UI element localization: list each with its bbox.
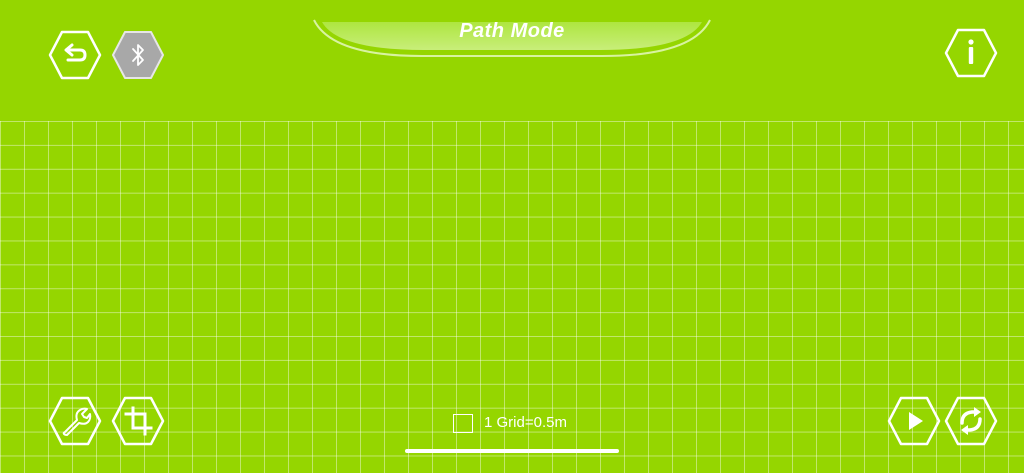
- info-button[interactable]: [944, 28, 998, 78]
- play-button[interactable]: [887, 396, 941, 446]
- page-title: Path Mode: [459, 20, 565, 42]
- play-icon: [887, 396, 941, 446]
- grid-scale-swatch: [453, 414, 473, 433]
- undo-arrow-icon: [48, 30, 102, 80]
- back-button[interactable]: [48, 30, 102, 80]
- grid-scale-label: 1 Grid=0.5m: [484, 414, 567, 431]
- refresh-icon: [944, 396, 998, 446]
- crop-icon: [111, 396, 165, 446]
- settings-button[interactable]: [48, 396, 102, 446]
- home-indicator[interactable]: [405, 449, 619, 453]
- info-icon: [944, 28, 998, 78]
- reset-button[interactable]: [944, 396, 998, 446]
- title-tab: Path Mode: [312, 0, 712, 60]
- bluetooth-button[interactable]: [111, 30, 165, 80]
- bluetooth-icon: [112, 31, 164, 79]
- wrench-icon: [48, 396, 102, 446]
- crop-button[interactable]: [111, 396, 165, 446]
